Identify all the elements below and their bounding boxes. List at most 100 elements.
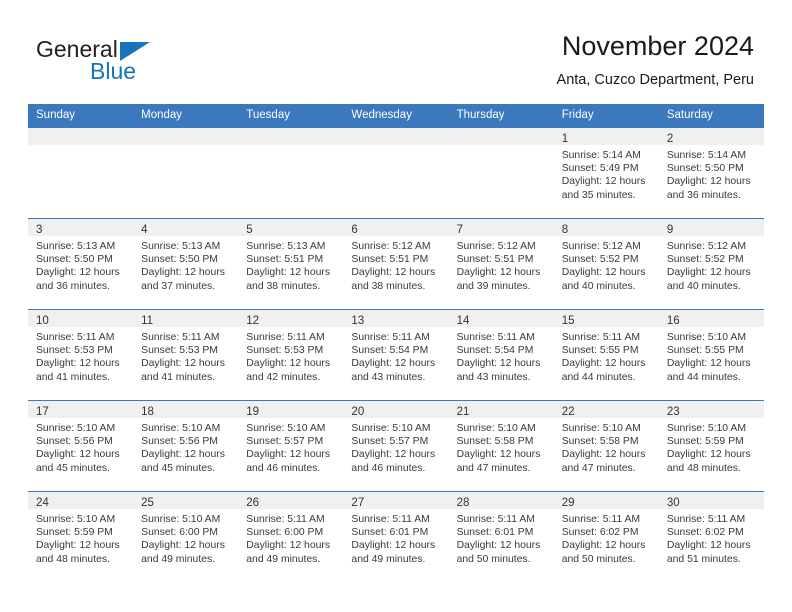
day-detail-line: Sunrise: 5:14 AM — [561, 150, 641, 161]
calendar-day-cell[interactable]: 25 Sunrise: 5:10 AM Sunset: 6:00 PM Dayligh… — [133, 491, 239, 582]
day-detail-line: Sunrise: 5:14 AM — [666, 150, 746, 161]
calendar-day-cell[interactable]: 23 Sunrise: 5:10 AM Sunset: 5:59 PM Dayligh… — [658, 400, 764, 492]
day-detail-line: Daylight: 12 hours — [36, 540, 120, 552]
day-detail-line: and 40 minutes. — [666, 280, 741, 292]
calendar-day-cell[interactable]: 5 Sunrise: 5:13 AM Sunset: 5:51 PM Daylight… — [238, 218, 344, 310]
day-number-band — [238, 128, 344, 145]
calendar-day-cell[interactable]: 11 Sunrise: 5:11 AM Sunset: 5:53 PM Dayligh… — [133, 309, 239, 401]
day-detail-line: Sunrise: 5:13 AM — [36, 241, 116, 252]
calendar-day-cell-empty — [343, 128, 449, 219]
calendar-day-cell[interactable]: 14 Sunrise: 5:11 AM Sunset: 5:54 PM Dayligh… — [448, 309, 554, 401]
day-detail-line: Sunset: 5:52 PM — [666, 254, 744, 266]
day-detail-line: and 49 minutes. — [246, 553, 321, 565]
day-number-band: 27 — [343, 492, 449, 509]
day-detail-line: Daylight: 12 hours — [351, 449, 436, 461]
day-detail-line: Daylight: 12 hours — [666, 358, 751, 370]
day-number: 8 — [561, 224, 569, 236]
calendar-day-cell-empty — [133, 128, 239, 219]
day-detail-line: Daylight: 12 hours — [36, 358, 120, 370]
calendar-day-cell[interactable]: 1 Sunrise: 5:14 AM Sunset: 5:49 PM Daylight… — [553, 128, 659, 219]
day-detail-line: Daylight: 12 hours — [351, 267, 436, 279]
day-number: 22 — [561, 406, 575, 418]
day-details: Sunrise: 5:12 AM Sunset: 5:51 PM Daylight:… — [343, 236, 448, 293]
calendar-day-cell[interactable]: 13 Sunrise: 5:11 AM Sunset: 5:54 PM Dayligh… — [343, 309, 449, 401]
calendar-day-cell[interactable]: 27 Sunrise: 5:11 AM Sunset: 6:01 PM Dayligh… — [343, 491, 449, 582]
calendar-day-cell[interactable]: 19 Sunrise: 5:10 AM Sunset: 5:57 PM Dayligh… — [238, 400, 344, 492]
day-details: Sunrise: 5:11 AM Sunset: 5:53 PM Daylight:… — [133, 327, 238, 384]
calendar-day-cell[interactable]: 9 Sunrise: 5:12 AM Sunset: 5:52 PM Daylight… — [658, 218, 764, 310]
day-detail-line: Sunrise: 5:11 AM — [141, 332, 220, 343]
day-number-band: 19 — [238, 401, 344, 418]
calendar-day-cell[interactable]: 30 Sunrise: 5:11 AM Sunset: 6:02 PM Dayligh… — [658, 491, 764, 582]
day-number-band: 20 — [343, 401, 449, 418]
logo-text-blue: Blue — [90, 58, 137, 84]
day-detail-line: Sunset: 5:53 PM — [246, 345, 324, 357]
calendar-day-cell[interactable]: 7 Sunrise: 5:12 AM Sunset: 5:51 PM Daylight… — [448, 218, 554, 310]
day-detail-line: Sunrise: 5:11 AM — [456, 514, 535, 525]
day-details: Sunrise: 5:11 AM Sunset: 5:53 PM Daylight:… — [28, 327, 133, 384]
day-details: Sunrise: 5:12 AM Sunset: 5:52 PM Daylight:… — [659, 236, 764, 293]
day-detail-line: Sunset: 6:02 PM — [561, 527, 639, 539]
day-number: 11 — [141, 315, 154, 327]
day-detail-line: Daylight: 12 hours — [456, 267, 541, 279]
day-detail-line: and 50 minutes. — [456, 553, 531, 565]
weekday-header-sunday: Sunday — [28, 104, 134, 128]
day-details: Sunrise: 5:11 AM Sunset: 5:54 PM Daylight:… — [449, 327, 554, 384]
day-detail-line: Sunset: 5:53 PM — [141, 345, 218, 357]
day-details — [28, 145, 133, 149]
calendar-day-cell-empty — [238, 128, 344, 219]
day-detail-line: Sunset: 5:54 PM — [456, 345, 534, 357]
day-number: 12 — [246, 315, 260, 327]
day-number: 13 — [351, 315, 365, 327]
day-detail-line: Sunrise: 5:11 AM — [246, 332, 325, 343]
general-blue-logo[interactable]: General Blue — [36, 36, 216, 88]
calendar-day-cell[interactable]: 17 Sunrise: 5:10 AM Sunset: 5:56 PM Dayligh… — [28, 400, 134, 492]
calendar-week-row: 1 Sunrise: 5:14 AM Sunset: 5:49 PM Daylight… — [28, 128, 764, 219]
calendar-day-cell[interactable]: 2 Sunrise: 5:14 AM Sunset: 5:50 PM Daylight… — [658, 128, 764, 219]
calendar-week-row: 10 Sunrise: 5:11 AM Sunset: 5:53 PM Dayligh… — [28, 309, 764, 401]
day-detail-line: Daylight: 12 hours — [666, 267, 751, 279]
day-detail-line: Daylight: 12 hours — [666, 449, 751, 461]
calendar-day-cell[interactable]: 8 Sunrise: 5:12 AM Sunset: 5:52 PM Daylight… — [553, 218, 659, 310]
calendar-day-cell[interactable]: 15 Sunrise: 5:11 AM Sunset: 5:55 PM Dayligh… — [553, 309, 659, 401]
day-detail-line: Sunset: 5:57 PM — [351, 436, 429, 448]
day-detail-line: and 43 minutes. — [456, 371, 531, 383]
weekday-header-friday: Friday — [553, 104, 659, 128]
calendar-day-cell[interactable]: 10 Sunrise: 5:11 AM Sunset: 5:53 PM Dayligh… — [28, 309, 134, 401]
day-detail-line: Sunset: 5:54 PM — [351, 345, 429, 357]
day-details: Sunrise: 5:13 AM Sunset: 5:51 PM Daylight:… — [238, 236, 343, 293]
calendar-day-cell[interactable]: 28 Sunrise: 5:11 AM Sunset: 6:01 PM Dayligh… — [448, 491, 554, 582]
calendar-day-cell[interactable]: 22 Sunrise: 5:10 AM Sunset: 5:58 PM Dayligh… — [553, 400, 659, 492]
day-detail-line: Daylight: 12 hours — [141, 540, 225, 552]
day-number-band: 16 — [658, 310, 764, 327]
day-detail-line: Sunset: 5:52 PM — [561, 254, 639, 266]
day-detail-line: Sunset: 6:00 PM — [246, 527, 324, 539]
calendar-day-cell[interactable]: 12 Sunrise: 5:11 AM Sunset: 5:53 PM Dayligh… — [238, 309, 344, 401]
day-detail-line: Sunrise: 5:10 AM — [666, 332, 746, 343]
calendar-day-cell[interactable]: 21 Sunrise: 5:10 AM Sunset: 5:58 PM Dayligh… — [448, 400, 554, 492]
calendar-day-cell[interactable]: 29 Sunrise: 5:11 AM Sunset: 6:02 PM Dayligh… — [553, 491, 659, 582]
calendar-day-cell[interactable]: 24 Sunrise: 5:10 AM Sunset: 5:59 PM Dayligh… — [28, 491, 134, 582]
day-detail-line: Daylight: 12 hours — [561, 540, 646, 552]
page-title: November 2024 — [561, 31, 754, 61]
day-detail-line: and 38 minutes. — [246, 280, 321, 292]
calendar-grid: Sunday Monday Tuesday Wednesday Thursday… — [28, 104, 764, 582]
day-number-band: 11 — [133, 310, 239, 327]
calendar-day-cell[interactable]: 16 Sunrise: 5:10 AM Sunset: 5:55 PM Dayligh… — [658, 309, 764, 401]
calendar-day-cell[interactable]: 18 Sunrise: 5:10 AM Sunset: 5:56 PM Dayligh… — [133, 400, 239, 492]
calendar-day-cell[interactable]: 6 Sunrise: 5:12 AM Sunset: 5:51 PM Daylight… — [343, 218, 449, 310]
day-number-band: 9 — [658, 219, 764, 236]
calendar-day-cell[interactable]: 20 Sunrise: 5:10 AM Sunset: 5:57 PM Dayligh… — [343, 400, 449, 492]
day-detail-line: Sunrise: 5:10 AM — [36, 514, 116, 525]
day-detail-line: Daylight: 12 hours — [246, 540, 331, 552]
calendar-day-cell[interactable]: 26 Sunrise: 5:11 AM Sunset: 6:00 PM Dayligh… — [238, 491, 344, 582]
day-detail-line: Daylight: 12 hours — [141, 449, 225, 461]
day-number: 3 — [36, 224, 43, 236]
day-number: 2 — [666, 133, 674, 145]
day-details: Sunrise: 5:10 AM Sunset: 5:58 PM Daylight:… — [554, 418, 659, 475]
day-number: 7 — [456, 224, 463, 236]
calendar-day-cell[interactable]: 3 Sunrise: 5:13 AM Sunset: 5:50 PM Daylight… — [28, 218, 134, 310]
day-number-band: 10 — [28, 310, 134, 327]
calendar-day-cell[interactable]: 4 Sunrise: 5:13 AM Sunset: 5:50 PM Daylight… — [133, 218, 239, 310]
day-detail-line: and 49 minutes. — [141, 553, 216, 565]
